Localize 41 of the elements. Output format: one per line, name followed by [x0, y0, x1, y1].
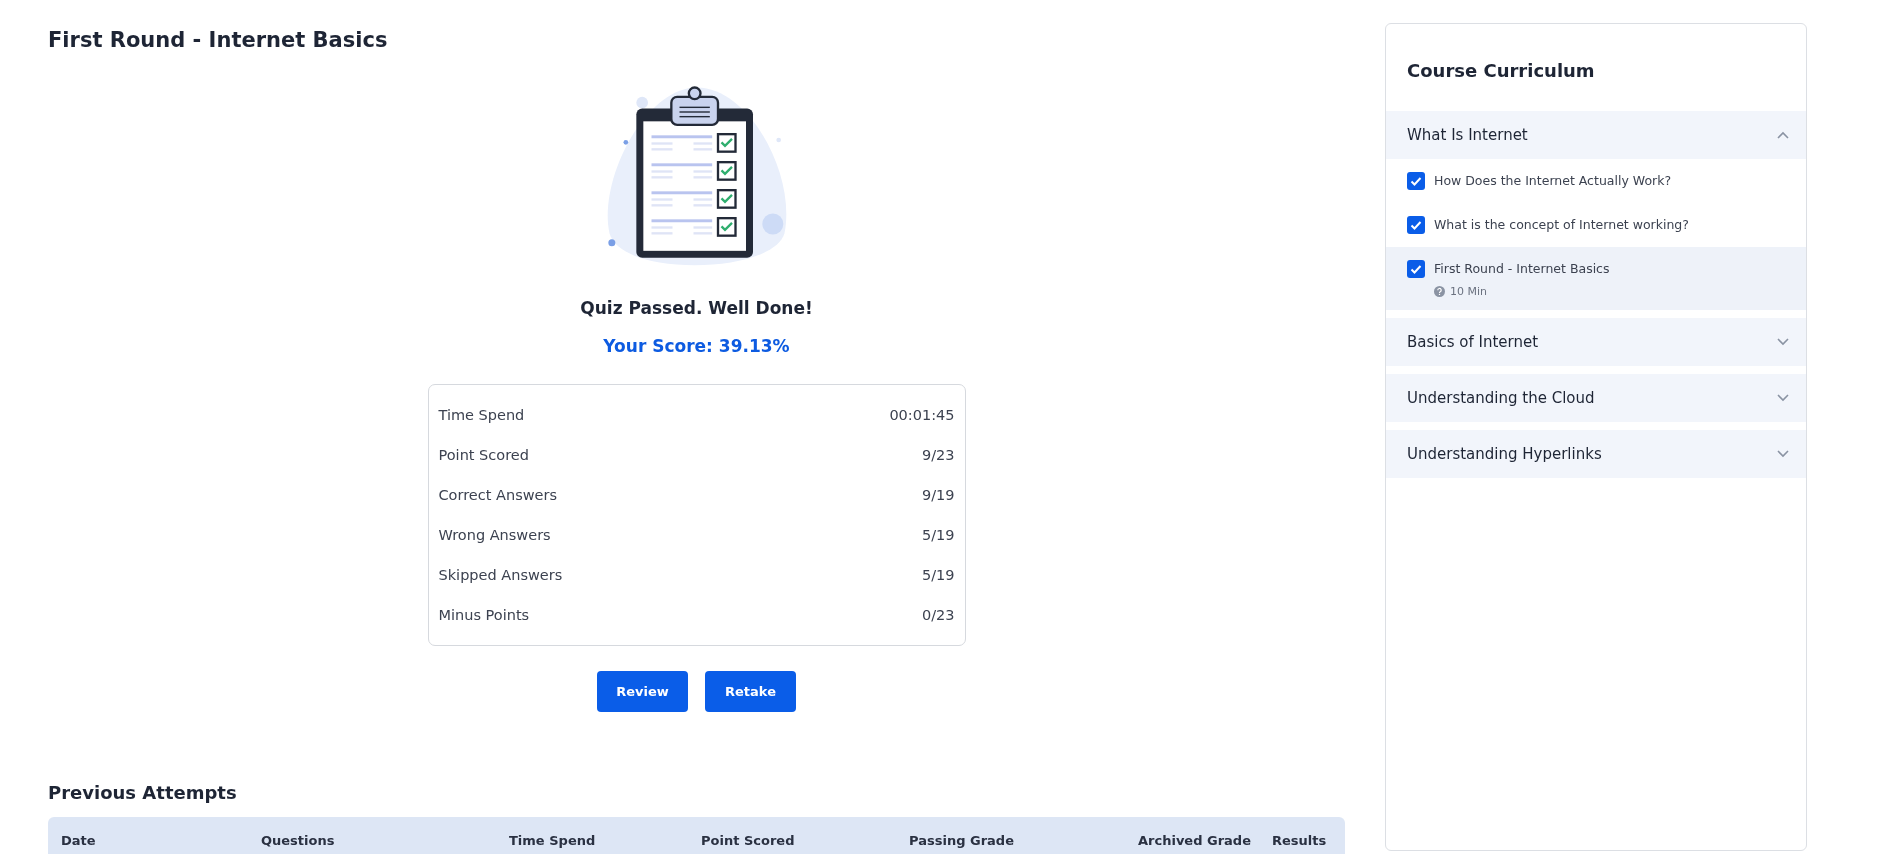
section-header[interactable]: What Is Internet: [1386, 111, 1806, 159]
checkbox[interactable]: [1407, 216, 1425, 234]
section-header[interactable]: Understanding the Cloud: [1386, 374, 1806, 422]
column-header: Time Spend: [509, 833, 597, 850]
help-icon: [1434, 286, 1445, 297]
lesson-title: First Round - Internet Basics: [1434, 260, 1610, 278]
lesson-item[interactable]: How Does the Internet Actually Work?: [1386, 159, 1806, 203]
checkbox[interactable]: [1407, 172, 1425, 190]
action-button[interactable]: Retake: [705, 671, 796, 712]
stat-value: 9/23: [921, 447, 955, 463]
panel-title: Course Curriculum: [1407, 60, 1596, 81]
result-message: Quiz Passed. Well Done!: [580, 298, 813, 318]
column-header: Passing Grade: [909, 833, 1015, 850]
score-text: Your Score: 39.13%: [603, 336, 790, 356]
lesson-title: How Does the Internet Actually Work?: [1434, 172, 1672, 190]
page-title: First Round - Internet Basics: [48, 28, 389, 52]
section-header[interactable]: Basics of Internet: [1386, 318, 1806, 366]
duration-text: 10 Min: [1450, 285, 1487, 298]
stat-label: Wrong Answers: [438, 527, 551, 543]
column-header: Results: [1272, 833, 1328, 850]
column-header: Point Scored: [701, 833, 796, 850]
stat-value: 0/23: [921, 607, 955, 623]
section-title: Previous Attempts: [48, 782, 238, 803]
column-header: Archived Grade: [1138, 833, 1252, 850]
lesson-item[interactable]: First Round - Internet Basics 10 Min: [1386, 247, 1806, 310]
lesson-item[interactable]: What is the concept of Internet working?: [1386, 203, 1806, 247]
stat-label: Correct Answers: [438, 487, 557, 503]
column-header: Date: [61, 833, 97, 850]
stat-value: 5/19: [921, 567, 955, 583]
stat-label: Point Scored: [438, 447, 529, 463]
lesson-title: What is the concept of Internet working?: [1434, 216, 1689, 234]
stat-label: Minus Points: [438, 607, 530, 623]
stat-value: 9/19: [921, 487, 955, 503]
action-button[interactable]: Review: [597, 671, 688, 712]
stat-value: 5/19: [921, 527, 955, 543]
section-header[interactable]: Understanding Hyperlinks: [1386, 430, 1806, 478]
stat-label: Skipped Answers: [438, 567, 563, 583]
column-header: Questions: [261, 833, 336, 850]
stat-value: 00:01:45: [889, 407, 955, 423]
checkbox[interactable]: [1407, 260, 1425, 278]
stat-label: Time Spend: [438, 407, 525, 423]
